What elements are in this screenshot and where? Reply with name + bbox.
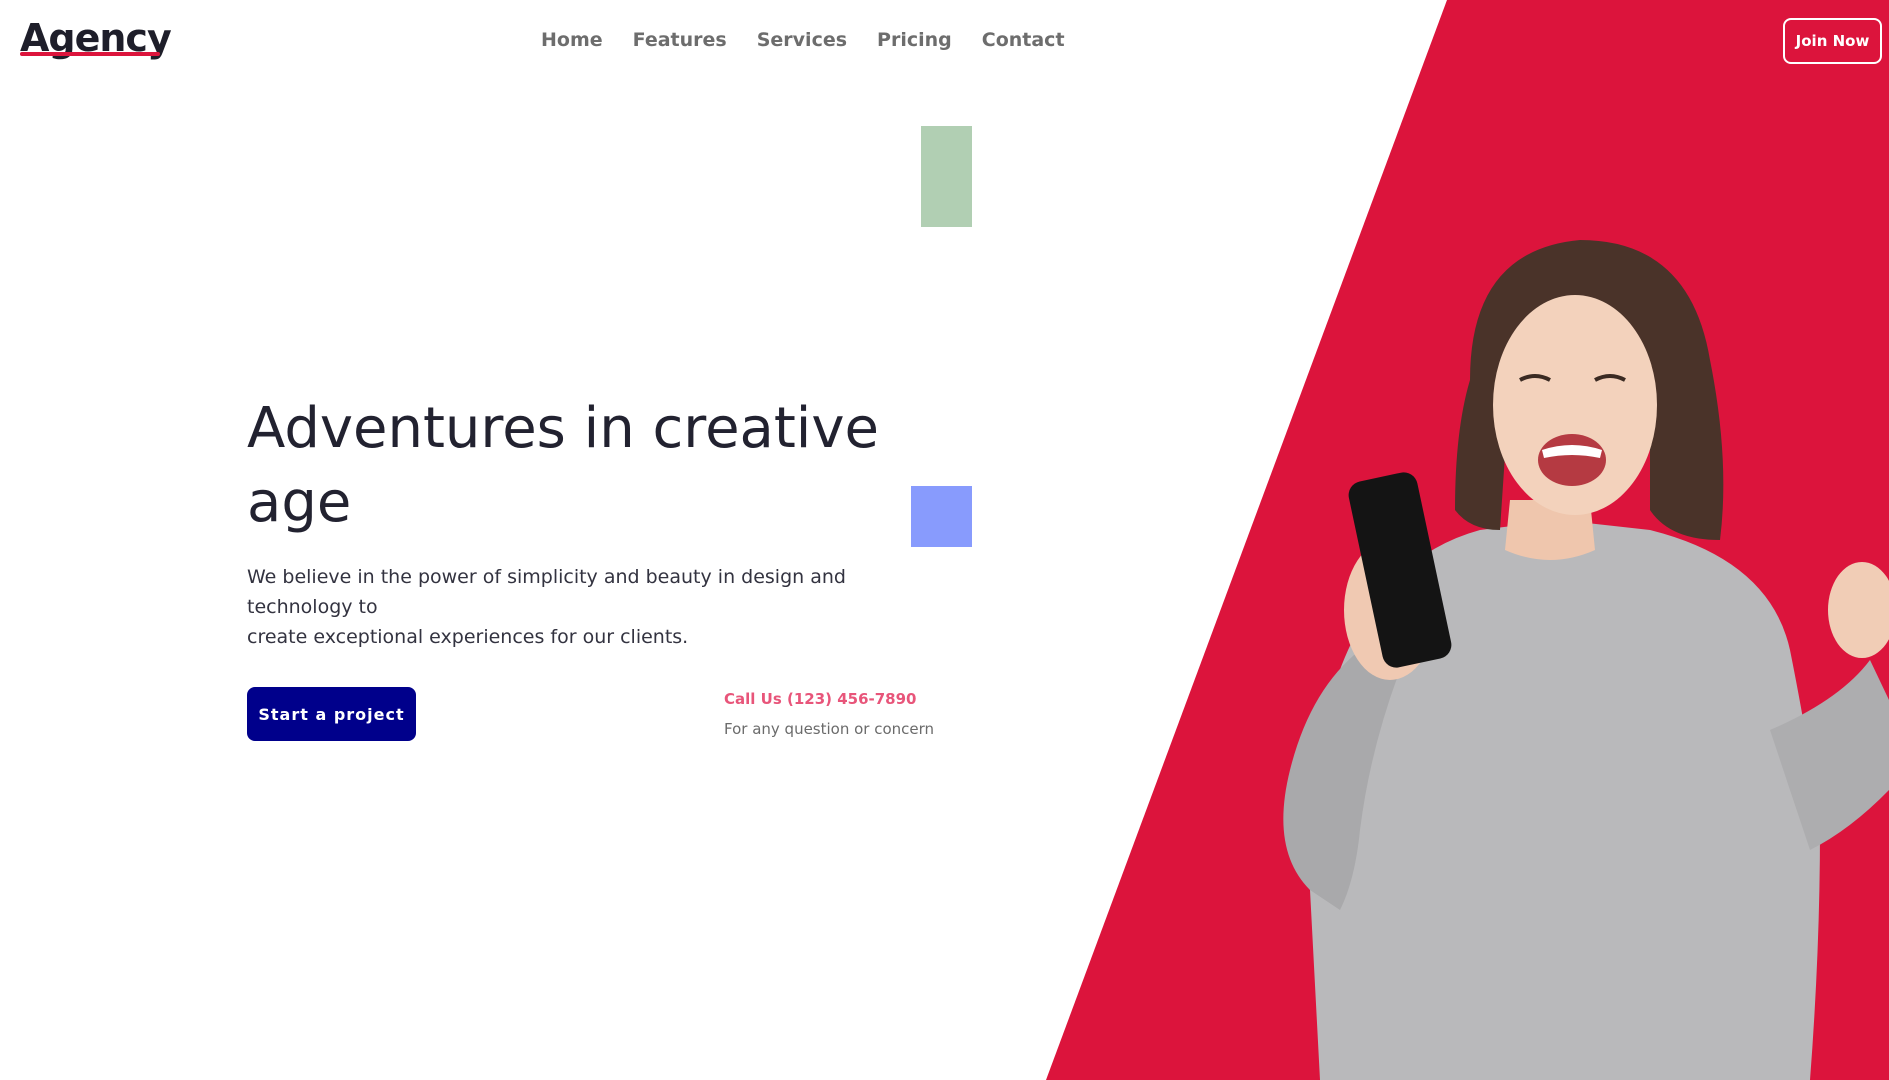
landing-page: Agency Home Features Services Pricing Co… — [0, 0, 1889, 1080]
hero-description: We believe in the power of simplicity an… — [247, 562, 947, 652]
call-subtitle: For any question or concern — [724, 720, 935, 738]
join-now-button[interactable]: Join Now — [1783, 18, 1882, 64]
hero-description-line2: create exceptional experiences for our c… — [247, 626, 689, 648]
nav-contact[interactable]: Contact — [982, 26, 1065, 54]
nav-services[interactable]: Services — [757, 26, 847, 54]
person-with-phone-photo — [1283, 240, 1889, 1080]
decorative-green-rectangle — [921, 126, 972, 227]
nav-features[interactable]: Features — [633, 26, 727, 54]
nav-home[interactable]: Home — [541, 26, 603, 54]
logo-underline — [20, 52, 160, 56]
hero-title-line1: Adventures in creative — [247, 396, 879, 461]
nav-pricing[interactable]: Pricing — [877, 26, 952, 54]
decorative-blue-square — [911, 486, 972, 547]
start-project-button[interactable]: Start a project — [247, 687, 416, 741]
hero-description-line1: We believe in the power of simplicity an… — [247, 566, 846, 618]
hero-title: Adventures in creative age — [247, 392, 887, 540]
call-us-link[interactable]: Call Us (123) 456-7890 — [724, 688, 917, 710]
hero-title-line2: age — [247, 470, 352, 535]
main-nav: Home Features Services Pricing Contact — [541, 26, 1065, 54]
